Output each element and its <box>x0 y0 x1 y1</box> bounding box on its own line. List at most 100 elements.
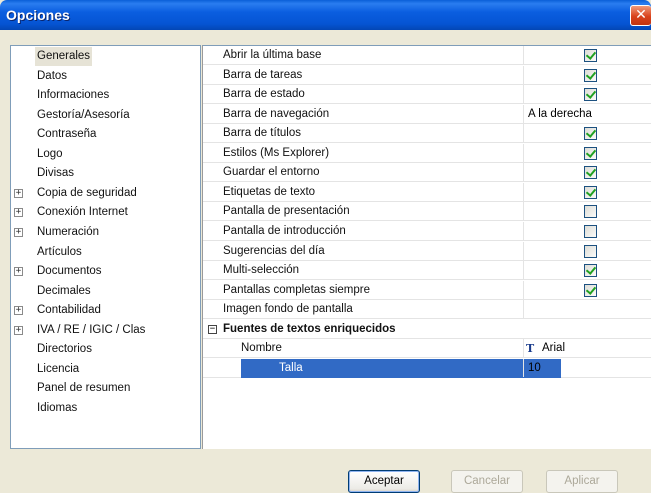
expand-icon[interactable]: + <box>14 227 23 237</box>
property-value-cell[interactable]: T Arial <box>523 339 651 358</box>
property-value-cell[interactable] <box>523 280 651 299</box>
property-row[interactable]: Abrir la última base <box>203 46 651 65</box>
property-value-cell[interactable]: 10 <box>523 358 651 377</box>
property-row[interactable]: Multi-selección <box>203 261 651 281</box>
options-category-tree[interactable]: Generales Datos Informaciones Gestoría/Ases… <box>10 45 201 449</box>
tree-item-label: Contabilidad <box>37 304 101 317</box>
property-name: Pantalla de presentación <box>223 205 350 218</box>
property-name: Etiquetas de texto <box>223 185 316 198</box>
property-checkbox[interactable] <box>584 244 597 258</box>
property-value-cell[interactable] <box>523 202 651 221</box>
property-name: Barra de tareas <box>223 68 303 81</box>
property-value: 10 <box>528 361 541 374</box>
tree-item-label: Conexión Internet <box>37 206 128 219</box>
property-row[interactable]: Sugerencias del día <box>203 241 651 261</box>
property-checkbox[interactable] <box>584 205 597 219</box>
property-category[interactable]: − Fuentes de textos enriquecidos <box>203 320 651 339</box>
category-label: Fuentes de textos enriquecidos <box>223 322 396 335</box>
property-checkbox[interactable] <box>584 88 597 102</box>
property-checkbox[interactable] <box>584 68 597 82</box>
title-bar: Opciones ✕ <box>0 0 651 30</box>
property-value-cell[interactable] <box>523 182 651 201</box>
tree-item-label: Licencia <box>37 362 80 375</box>
property-checkbox[interactable] <box>584 264 597 278</box>
tree-item-label: Datos <box>37 69 68 82</box>
property-name: Estilos (Ms Explorer) <box>223 146 330 159</box>
cancel-button[interactable]: Cancelar <box>451 470 523 493</box>
property-value-cell[interactable] <box>523 46 651 64</box>
property-checkbox[interactable] <box>584 146 597 160</box>
property-value-cell[interactable] <box>523 300 651 319</box>
property-name: Pantallas completas siempre <box>223 283 371 296</box>
property-row[interactable]: Barra de títulos <box>203 124 651 144</box>
property-name: Barra de títulos <box>223 127 301 140</box>
property-checkbox[interactable] <box>584 49 597 62</box>
property-row[interactable]: Guardar el entorno <box>203 163 651 183</box>
tree-item-label: Contraseña <box>37 128 97 141</box>
expand-icon[interactable]: + <box>14 325 23 335</box>
property-value-cell[interactable] <box>523 124 651 143</box>
close-icon: ✕ <box>635 7 647 23</box>
expand-icon[interactable]: + <box>14 306 23 316</box>
tree-item-label: Decimales <box>37 284 91 297</box>
property-name: Pantalla de introducción <box>223 224 346 237</box>
tree-item-label: Informaciones <box>37 89 110 102</box>
tree-item-label: Divisas <box>37 167 75 180</box>
tree-item-label: Idiomas <box>37 401 78 414</box>
property-value-cell[interactable] <box>523 85 651 104</box>
property-value: A la derecha <box>528 107 592 120</box>
accept-button[interactable]: Aceptar <box>348 470 420 493</box>
property-name: Nombre <box>241 342 282 355</box>
property-row[interactable]: Pantallas completas siempre <box>203 280 651 300</box>
tree-item-label: Artículos <box>37 245 82 258</box>
truetype-font-icon: T <box>526 342 535 356</box>
tree-item-label: Documentos <box>37 265 102 278</box>
expand-icon[interactable]: + <box>14 267 23 277</box>
collapse-icon[interactable]: − <box>208 324 217 334</box>
expand-icon[interactable]: + <box>14 208 23 218</box>
tree-item-label: Panel de resumen <box>37 382 131 395</box>
property-row[interactable]: Pantalla de introducción <box>203 221 651 241</box>
property-value: Arial <box>542 342 566 355</box>
property-checkbox[interactable] <box>584 166 597 180</box>
property-name: Sugerencias del día <box>223 244 325 257</box>
property-value-cell[interactable] <box>523 65 651 84</box>
property-value-cell[interactable] <box>523 241 651 260</box>
property-value-cell[interactable] <box>523 221 651 240</box>
property-checkbox[interactable] <box>584 283 597 297</box>
property-checkbox[interactable] <box>584 127 597 141</box>
tree-item-label: Numeración <box>37 225 99 238</box>
property-value-cell[interactable] <box>523 163 651 182</box>
property-row[interactable]: Estilos (Ms Explorer) <box>203 143 651 163</box>
property-name: Multi-selección <box>223 264 300 277</box>
property-value-cell[interactable] <box>523 143 651 162</box>
tree-item-label: Copia de seguridad <box>37 186 137 199</box>
property-name: Abrir la última base <box>223 49 322 61</box>
property-row[interactable]: Barra de estado <box>203 85 651 105</box>
property-name: Barra de navegación <box>223 107 330 120</box>
tree-item-label: Logo <box>37 147 63 160</box>
property-row[interactable]: Barra de tareas <box>203 65 651 85</box>
property-name: Talla <box>241 358 561 378</box>
property-checkbox[interactable] <box>584 224 597 238</box>
property-row[interactable]: Pantalla de presentación <box>203 202 651 222</box>
property-row[interactable]: Imagen fondo de pantalla <box>203 300 651 320</box>
window-title: Opciones <box>6 7 70 23</box>
property-value-cell[interactable]: A la derecha <box>523 104 651 123</box>
tree-item-label: IVA / RE / IGIC / Clas <box>37 323 146 336</box>
property-row[interactable]: Barra de navegación A la derecha <box>203 104 651 124</box>
tree-item-label: Gestoría/Asesoría <box>37 108 130 121</box>
property-checkbox[interactable] <box>584 185 597 199</box>
tree-item-label: Generales <box>35 47 93 66</box>
property-grid: Abrir la última base Barra de tareas Barra… <box>202 45 651 449</box>
tree-item-label: Directorios <box>37 343 92 356</box>
font-property-row[interactable]: Talla 10 <box>203 358 651 378</box>
property-row[interactable]: Etiquetas de texto <box>203 182 651 202</box>
apply-button[interactable]: Aplicar <box>546 470 618 493</box>
expand-icon[interactable]: + <box>14 188 23 198</box>
font-property-row[interactable]: Nombre T Arial <box>203 339 651 359</box>
property-name: Imagen fondo de pantalla <box>223 303 353 316</box>
close-button[interactable]: ✕ <box>630 5 651 26</box>
property-name: Barra de estado <box>223 88 305 101</box>
property-value-cell[interactable] <box>523 261 651 280</box>
